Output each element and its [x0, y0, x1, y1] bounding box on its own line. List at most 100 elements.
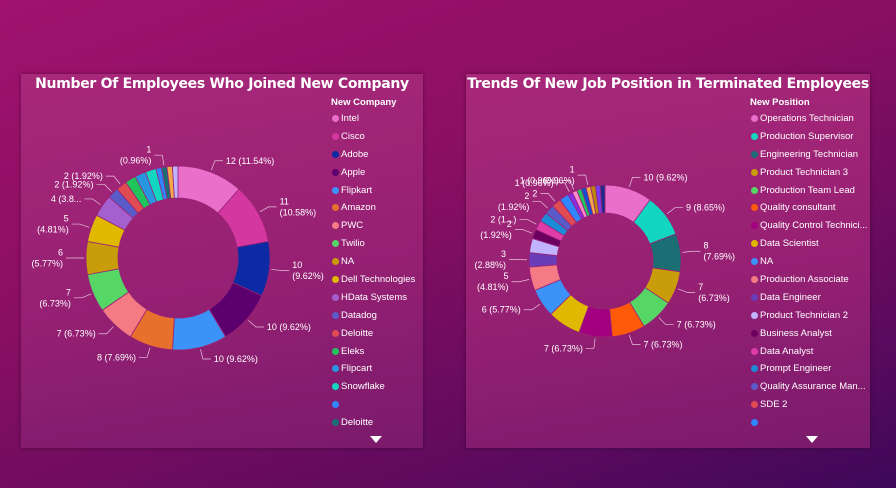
data-label: 8 (7.69%) [97, 352, 136, 362]
legend-item-label: Prompt Engineer [760, 363, 832, 375]
legend-item[interactable]: Data Scientist [750, 235, 868, 253]
data-label-leader [139, 347, 151, 358]
data-label: 10 (9.62%) [643, 172, 687, 182]
legend-item[interactable]: Deloitte [331, 414, 431, 432]
legend-item[interactable]: Snowflake [331, 378, 431, 396]
legend-item-label: Apple [341, 166, 366, 178]
legend-color-dot [332, 186, 339, 194]
chart-legend: New Company Intel Cisco Adobe Apple Flipkart… [331, 96, 431, 432]
legend-color-dot [332, 401, 339, 409]
data-label: 7 (6.73%) [698, 282, 730, 303]
legend-item[interactable]: Deloitte [331, 325, 431, 343]
data-label-leader [677, 288, 696, 293]
legend-item[interactable]: Apple [331, 164, 431, 182]
legend-item-label: Snowflake [341, 381, 385, 393]
data-label-leader [84, 198, 101, 205]
legend-item-label: Production Supervisor [760, 130, 854, 142]
data-label: 3 (2.88%) [474, 249, 506, 270]
data-label: 10 (9.62%) [292, 260, 324, 281]
legend-item-label: Data Scientist [760, 238, 819, 250]
data-label: 2 [532, 189, 537, 199]
data-label-leader [514, 229, 533, 234]
legend-item[interactable]: Amazon [331, 199, 431, 217]
data-label-leader [105, 175, 121, 185]
legend-item-label: NA [760, 256, 774, 268]
legend-color-dot [751, 150, 758, 158]
legend-item-label: Product Technician 2 [760, 309, 849, 321]
legend-color-dot [751, 347, 758, 355]
legend-color-dot [751, 383, 758, 391]
legend-item-label: Business Analyst [760, 327, 832, 339]
legend-scroll-down-icon[interactable] [370, 436, 382, 443]
legend-item-label: Operations Technician [760, 113, 854, 124]
legend-item-label: Eleks [341, 345, 365, 357]
legend-item-label: Flipkart [341, 184, 373, 196]
legend-item[interactable]: Datadog [331, 307, 431, 325]
legend-item[interactable]: Eleks [331, 343, 431, 361]
data-label-leader [511, 279, 530, 283]
data-label: 1 (0.96%) [120, 145, 152, 166]
legend-color-dot [751, 186, 758, 194]
legend-item[interactable]: Quality Control Technici... [750, 217, 868, 235]
legend-item[interactable]: NA [331, 253, 431, 271]
legend-item[interactable]: PWC [331, 217, 431, 235]
legend-item[interactable]: Flipkart [331, 182, 431, 200]
legend-color-dot [332, 222, 339, 230]
data-label-leader [154, 154, 165, 166]
legend-item[interactable]: Quality consultant [750, 199, 868, 217]
legend-item[interactable]: NA [750, 253, 868, 271]
legend-item-label: Quality consultant [760, 202, 836, 214]
legend-item[interactable]: HData Systems [331, 289, 431, 307]
data-label-leader [532, 200, 548, 209]
legend-item[interactable]: Quality Assurance Man... [750, 378, 868, 396]
legend-item[interactable]: Production Team Lead [750, 182, 868, 200]
data-label-leader [682, 250, 701, 253]
legend-item[interactable]: Engineering Technician [750, 146, 868, 164]
data-label-leader [259, 206, 277, 213]
legend-item[interactable]: Data Engineer [750, 289, 868, 307]
data-label: 9 (8.65%) [686, 203, 725, 213]
legend-item[interactable]: Product Technician 3 [750, 164, 868, 182]
legend-item-label: Flipcart [341, 363, 373, 375]
data-label: 7 (6.73%) [57, 329, 96, 339]
legend-item-label: Production Associate [760, 274, 849, 286]
legend-item[interactable]: Twilio [331, 235, 431, 253]
legend-item[interactable]: Intel [331, 110, 431, 128]
legend-item[interactable]: Cisco [331, 128, 431, 146]
legend-item[interactable]: Business Analyst [750, 325, 868, 343]
legend-item[interactable]: Prompt Engineer [750, 360, 868, 378]
chart-panel-new-position: Trends Of New Job Position in Terminated… [466, 74, 870, 448]
legend-color-dot [332, 293, 339, 301]
data-label-leader [248, 320, 264, 328]
data-label: 1 (0.96%) [543, 165, 575, 186]
legend-item[interactable]: Data Analyst [750, 343, 868, 361]
data-label-leader [658, 317, 674, 326]
legend-color-dot [751, 311, 758, 319]
data-label: 7 (6.73%) [677, 320, 716, 330]
legend-color-dot [751, 204, 758, 212]
data-label: 5 (4.81%) [37, 214, 69, 235]
legend-item[interactable]: Operations Technician [750, 110, 868, 128]
legend-item[interactable]: Adobe [331, 146, 431, 164]
legend-color-dot [751, 258, 758, 266]
legend-color-dot [332, 276, 339, 284]
legend-item-label: Engineering Technician [760, 148, 859, 160]
legend-item[interactable] [750, 414, 868, 432]
legend-item[interactable] [331, 396, 431, 414]
data-label: 4 (3.8... [51, 194, 82, 204]
legend-item[interactable]: Flipcart [331, 360, 431, 378]
data-label: 11 (10.58%) [280, 196, 317, 217]
legend-item[interactable]: Production Supervisor [750, 128, 868, 146]
legend-item[interactable]: SDE 2 [750, 396, 868, 414]
legend-item-label: Adobe [341, 148, 369, 160]
legend-item[interactable]: Dell Technologies [331, 271, 431, 289]
data-label-leader [211, 160, 223, 171]
legend-color-dot [751, 365, 758, 373]
legend-color-dot [751, 132, 758, 140]
legend-item[interactable]: Product Technician 2 [750, 307, 868, 325]
legend-scroll-down-icon[interactable] [806, 436, 818, 443]
legend-item[interactable]: Production Associate [750, 271, 868, 289]
chart-panel-new-company: Number Of Employees Who Joined New Compa… [21, 74, 423, 448]
legend-color-dot [751, 419, 758, 427]
data-label-leader [71, 223, 90, 228]
